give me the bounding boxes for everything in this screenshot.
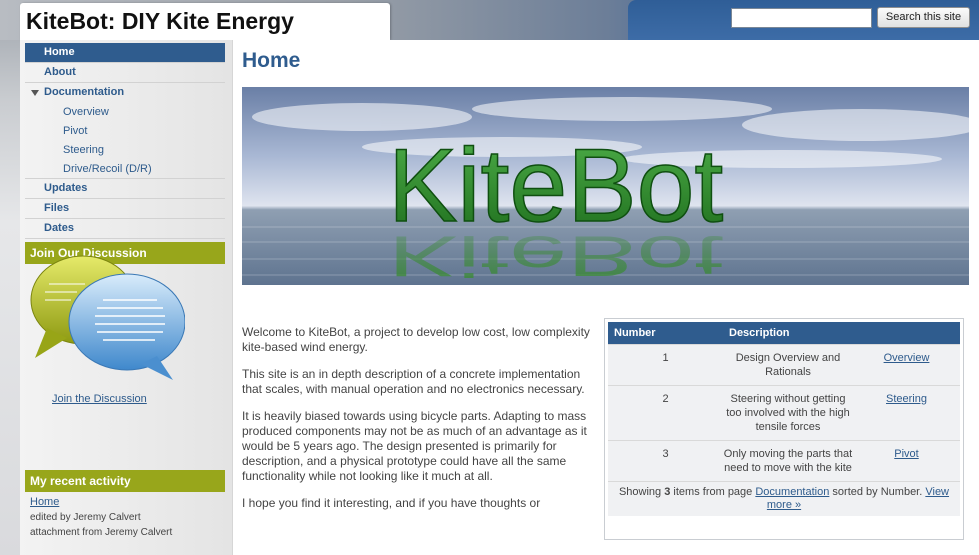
row-number: 2 [608,384,723,440]
row-description: Design Overview and Rationals [723,343,853,385]
row-link-steering[interactable]: Steering [853,384,960,440]
chat-bubbles-icon [30,255,185,380]
sidebar-item-updates[interactable]: Updates [25,179,225,199]
site-title[interactable]: KiteBot: DIY Kite Energy [26,8,294,35]
sidebar-item-documentation-label[interactable]: Documentation [44,86,124,98]
site-title-box: KiteBot: DIY Kite Energy [20,3,390,40]
intro-paragraph: It is heavily biased towards using bicyc… [242,409,587,483]
sidebar-item-about[interactable]: About [25,63,225,83]
activity-line: edited by Jeremy Calvert [30,512,141,523]
expand-triangle-icon[interactable] [31,90,39,96]
search-button[interactable]: Search this site [877,7,970,28]
banner-logo-reflection: KiteBot [388,224,723,285]
sidebar-item-files[interactable]: Files [25,199,225,219]
footer-documentation-link[interactable]: Documentation [755,486,829,498]
table-footer: Showing 3 items from page Documentation … [608,480,960,516]
table-row: 2 Steering without getting too involved … [608,384,960,440]
footer-prefix: Showing [618,485,662,498]
column-header-number[interactable]: Number [608,322,723,344]
documentation-table: Number Description 1 Design Overview and… [604,318,964,540]
intro-paragraph: I hope you find it interesting, and if y… [242,496,541,510]
sidebar-item-home[interactable]: Home [25,43,225,63]
search-input[interactable] [731,8,872,28]
recent-activity: Home edited by Jeremy Calvert attachment… [30,495,230,540]
row-description: Steering without getting too involved wi… [723,384,853,440]
activity-home-link[interactable]: Home [30,495,230,510]
sidebar-item-dates[interactable]: Dates [25,219,225,239]
sidebar-subitem-pivot[interactable]: Pivot [25,122,225,141]
sidebar-item-documentation[interactable]: Documentation [25,83,225,103]
intro-text: Welcome to KiteBot, a project to develop… [242,325,600,523]
column-header-description[interactable]: Description [723,322,960,344]
row-number: 1 [608,343,723,385]
activity-block-title: My recent activity [25,470,225,492]
sidebar-subitem-overview[interactable]: Overview [25,103,225,122]
table-row: 3 Only moving the parts that need to mov… [608,439,960,481]
activity-line: attachment from Jeremy Calvert [30,527,173,538]
intro-paragraph: This site is an in depth description of … [242,367,585,396]
join-discussion-link[interactable]: Join the Discussion [52,393,147,405]
table-row: 1 Design Overview and Rationals Overview [608,343,960,385]
row-number: 3 [608,439,723,481]
footer-middle: items from page [673,485,753,498]
footer-suffix: sorted by Number. [832,485,923,498]
sidebar-subitem-steering[interactable]: Steering [25,141,225,160]
page-title: Home [242,49,301,72]
intro-paragraph: Welcome to KiteBot, a project to develop… [242,325,590,354]
row-description: Only moving the parts that need to move … [723,439,853,481]
footer-count: 3 [664,485,671,498]
kitebot-banner-image: KiteBot KiteBot [242,87,969,285]
sidebar-nav: Home About Documentation Overview Pivot … [25,43,225,239]
row-link-overview[interactable]: Overview [853,343,960,385]
search-area: Search this site [628,0,979,40]
row-link-pivot[interactable]: Pivot [853,439,960,481]
sidebar-subitem-drive-recoil[interactable]: Drive/Recoil (D/R) [25,160,225,179]
